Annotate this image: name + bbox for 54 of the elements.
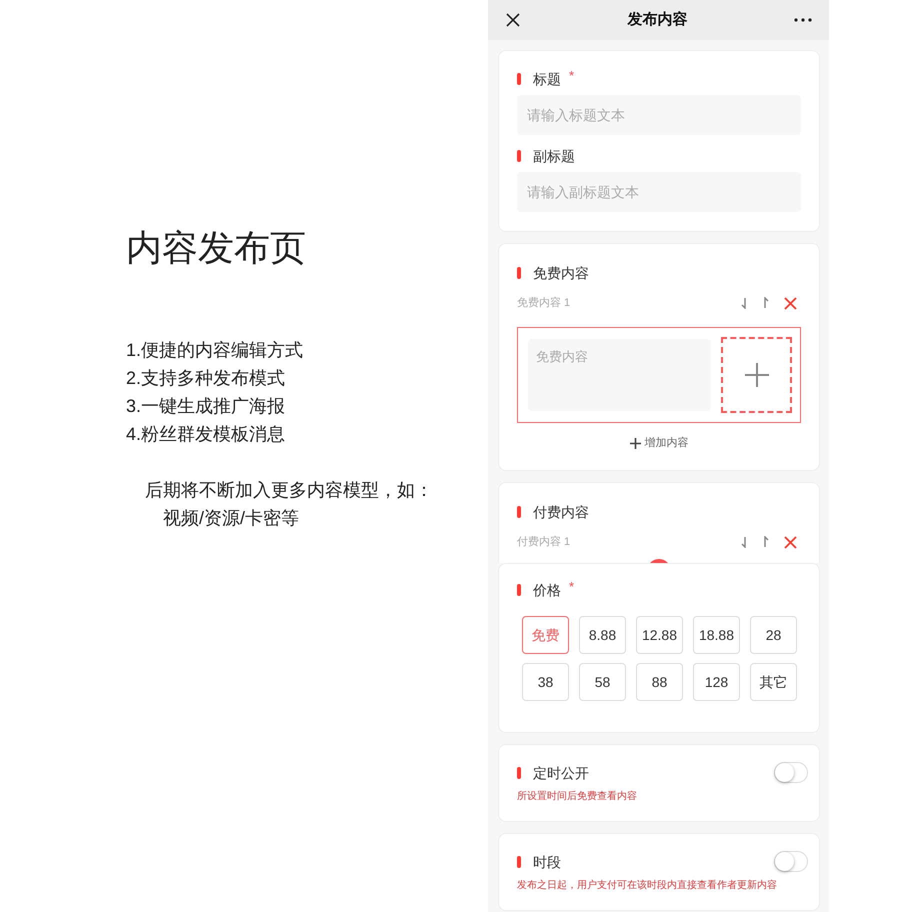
text-input-field[interactable]: 请输入副标题文本 [517, 172, 801, 212]
price-option[interactable]: 58 [579, 663, 626, 701]
field-label: 付费内容 [533, 502, 589, 522]
delete-icon[interactable] [784, 536, 797, 548]
price-option[interactable]: 18.88 [693, 616, 740, 654]
field-label: 定时公开 [533, 764, 589, 782]
feature-item: 2.支持多种发布模式 [126, 367, 286, 390]
text-input-field[interactable]: 请输入标题文本 [517, 95, 801, 135]
move-down-icon[interactable] [740, 297, 748, 309]
field-label: 免费内容 [533, 264, 589, 282]
price-option[interactable]: 38 [522, 663, 569, 701]
image-upload-button[interactable] [721, 337, 792, 413]
price-option[interactable]: 128 [693, 663, 740, 701]
price-option[interactable]: 12.88 [636, 616, 683, 654]
field-label: 价格 [533, 580, 561, 600]
feature-item: 4.粉丝群发模板消息 [126, 423, 286, 446]
toggle-switch[interactable] [774, 762, 808, 783]
add-content-button[interactable]: 增加内容 [630, 433, 688, 453]
label-marker [517, 267, 521, 279]
toggle-switch[interactable] [774, 851, 808, 872]
move-up-icon[interactable] [762, 536, 770, 548]
field-label: 时段 [533, 852, 561, 872]
note-text: 后期将不断加入更多内容模型，如： [144, 479, 434, 502]
label-marker [517, 73, 521, 85]
price-option[interactable]: 其它 [750, 663, 797, 701]
item-label: 免费内容 1 [517, 296, 570, 311]
label-marker [517, 767, 521, 779]
feature-item: 3.一键生成推广海报 [126, 395, 286, 418]
label-marker [517, 150, 521, 162]
plus-icon [630, 438, 640, 448]
required-mark: * [569, 582, 574, 592]
label-marker [517, 856, 521, 868]
hint-text: 发布之日起，用户支付可在该时段内直接查看作者更新内容 [517, 878, 778, 893]
field-label: 副标题 [533, 146, 575, 166]
move-down-icon[interactable] [740, 536, 748, 548]
hint-text: 所设置时间后免费查看内容 [517, 790, 638, 804]
item-label: 付费内容 1 [517, 534, 570, 550]
price-option[interactable]: 88 [636, 663, 683, 701]
field-label: 标题 [533, 70, 561, 88]
close-icon[interactable] [505, 12, 521, 28]
header-title: 发布内容 [628, 10, 688, 30]
price-option[interactable]: 8.88 [579, 616, 626, 654]
price-option[interactable]: 28 [750, 616, 797, 654]
page-heading: 内容发布页 [126, 226, 307, 270]
required-mark: * [569, 71, 574, 81]
delete-icon[interactable] [784, 296, 797, 310]
plus-icon [744, 363, 768, 387]
label-marker [517, 584, 521, 596]
label-marker [517, 506, 521, 518]
content-input-field[interactable]: 免费内容 [528, 339, 711, 411]
feature-item: 1.便捷的内容编辑方式 [126, 339, 304, 362]
move-up-icon[interactable] [762, 297, 770, 309]
more-icon[interactable] [794, 18, 812, 22]
note-text: 视频/资源/卡密等 [162, 507, 300, 530]
